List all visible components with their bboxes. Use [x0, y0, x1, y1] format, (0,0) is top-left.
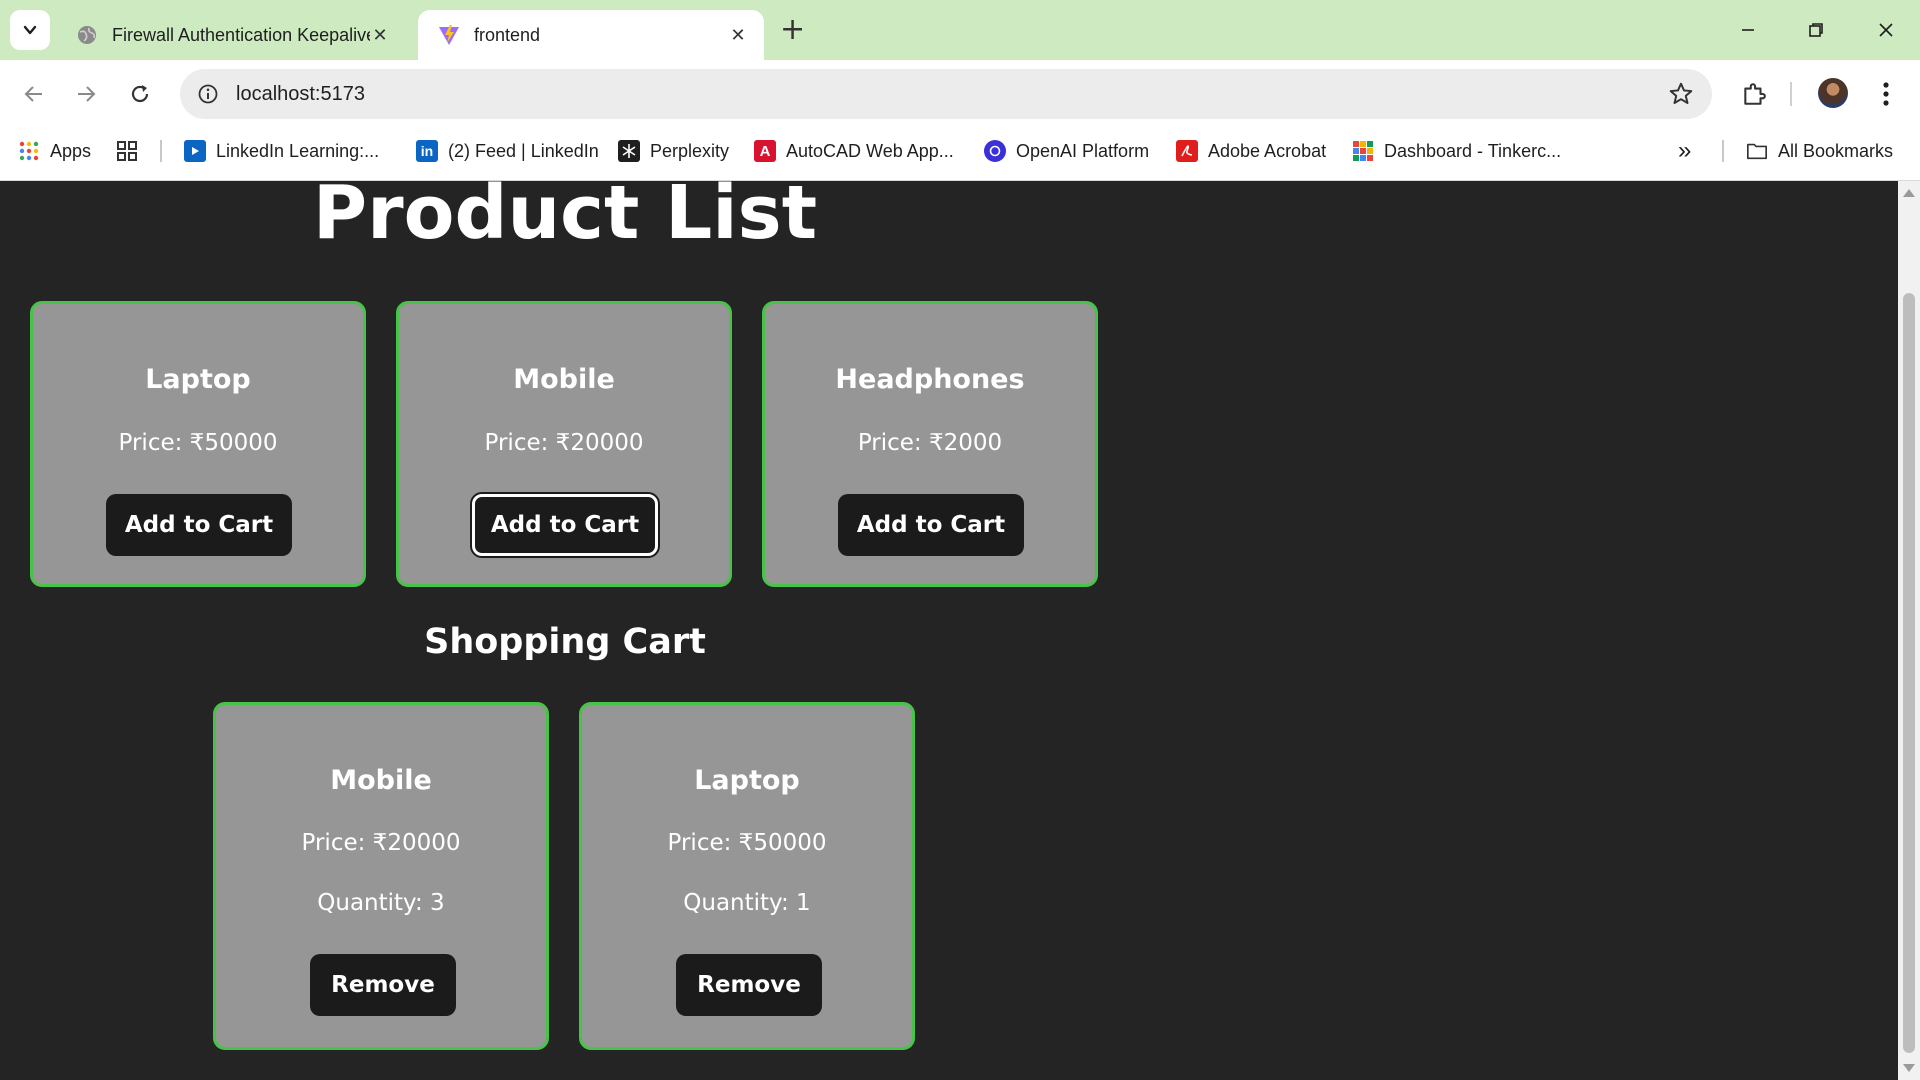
bookmarks-divider: [1722, 140, 1724, 162]
browser-toolbar: localhost:5173: [0, 60, 1920, 126]
toolbar-divider: [1790, 82, 1792, 106]
kebab-menu-icon[interactable]: [1870, 78, 1902, 110]
product-card: Headphones Price: ₹2000 Add to Cart: [762, 301, 1098, 587]
chevron-down-icon: [23, 25, 37, 35]
bookmark-label: Adobe Acrobat: [1208, 140, 1327, 161]
tab-title: Firewall Authentication Keepalive: [112, 24, 370, 45]
cart-item-quantity: Quantity: 1: [683, 890, 811, 916]
remove-button[interactable]: Remove: [676, 954, 822, 1016]
tab-groups-icon: [117, 141, 137, 161]
bookmark-label: AutoCAD Web App...: [786, 140, 954, 161]
autocad-icon: A: [754, 140, 776, 162]
extensions-puzzle-icon[interactable]: [1738, 78, 1770, 110]
address-url[interactable]: localhost:5173: [236, 69, 365, 119]
tab-firewall[interactable]: Firewall Authentication Keepalive ✕: [56, 10, 406, 60]
bookmark-adobe-acrobat[interactable]: Adobe Acrobat: [1176, 126, 1326, 176]
bookmark-all-bookmarks[interactable]: All Bookmarks: [1746, 126, 1893, 176]
bookmark-apps[interactable]: Apps: [18, 126, 91, 176]
scroll-up-arrow-icon[interactable]: [1903, 189, 1915, 197]
remove-button[interactable]: Remove: [310, 954, 456, 1016]
perplexity-icon: [618, 140, 640, 162]
page-title: Product List: [312, 181, 818, 256]
web-page: Product List Laptop Price: ₹50000 Add to…: [0, 181, 1898, 1080]
chevron-double-right-icon: »: [1678, 137, 1692, 164]
apps-grid-icon: [19, 141, 39, 161]
scroll-down-arrow-icon[interactable]: [1903, 1064, 1915, 1072]
add-to-cart-button[interactable]: Add to Cart: [106, 494, 292, 556]
bookmark-label: (2) Feed | LinkedIn: [448, 140, 599, 161]
cart-item-name: Laptop: [694, 765, 800, 796]
bookmark-star-icon[interactable]: [1668, 81, 1694, 111]
bookmarks-overflow-button[interactable]: »: [1678, 126, 1691, 176]
tab-search-button[interactable]: [10, 10, 50, 50]
site-info-icon[interactable]: [194, 80, 222, 108]
tab-frontend[interactable]: frontend ✕: [418, 10, 764, 60]
add-to-cart-button[interactable]: Add to Cart: [838, 494, 1024, 556]
profile-avatar[interactable]: [1818, 78, 1848, 108]
folder-icon: [1747, 143, 1767, 160]
restore-icon[interactable]: [1796, 12, 1836, 48]
add-to-cart-button[interactable]: Add to Cart: [472, 494, 658, 556]
cart-item-card: Mobile Price: ₹20000 Quantity: 3 Remove: [213, 702, 549, 1050]
product-price: Price: ₹50000: [118, 430, 278, 456]
bookmark-label: All Bookmarks: [1778, 140, 1894, 161]
linkedin-learning-icon: [184, 140, 206, 162]
minimize-icon[interactable]: [1728, 12, 1768, 48]
globe-icon: [78, 26, 96, 44]
address-bar[interactable]: localhost:5173: [180, 69, 1712, 119]
bookmark-autocad[interactable]: A AutoCAD Web App...: [754, 126, 954, 176]
openai-icon: [984, 140, 1006, 162]
bookmarks-divider: [160, 140, 162, 162]
product-card: Mobile Price: ₹20000 Add to Cart: [396, 301, 732, 587]
tab-close-icon[interactable]: ✕: [728, 25, 748, 46]
product-name: Mobile: [513, 364, 615, 395]
bookmark-linkedin-feed[interactable]: in (2) Feed | LinkedIn: [416, 126, 599, 176]
tab-title: frontend: [474, 24, 541, 45]
new-tab-plus-icon[interactable]: +: [780, 14, 805, 46]
product-name: Laptop: [145, 364, 251, 395]
vite-logo-icon: [439, 25, 459, 45]
back-arrow-icon[interactable]: [16, 76, 52, 112]
tab-strip: Firewall Authentication Keepalive ✕ fron…: [0, 0, 1920, 60]
cart-item-price: Price: ₹50000: [667, 830, 827, 856]
bookmarks-bar: Apps LinkedIn Learning:... in (2) Feed |…: [0, 126, 1920, 181]
product-price: Price: ₹20000: [484, 430, 644, 456]
product-price: Price: ₹2000: [857, 430, 1003, 456]
bookmark-perplexity[interactable]: Perplexity: [618, 126, 729, 176]
tinkercad-icon: [1353, 141, 1373, 161]
cart-item-card: Laptop Price: ₹50000 Quantity: 1 Remove: [579, 702, 915, 1050]
bookmark-label: LinkedIn Learning:...: [216, 140, 380, 161]
scrollbar-thumb[interactable]: [1903, 293, 1915, 1053]
product-name: Headphones: [835, 364, 1025, 395]
close-window-icon[interactable]: [1866, 12, 1906, 48]
cart-item-price: Price: ₹20000: [301, 830, 461, 856]
bookmark-label: Dashboard - Tinkerc...: [1384, 140, 1562, 161]
tab-close-icon[interactable]: ✕: [370, 25, 390, 46]
bookmark-label: Apps: [50, 140, 92, 161]
reload-icon[interactable]: [122, 76, 158, 112]
linkedin-icon: in: [416, 140, 438, 162]
cart-item-quantity: Quantity: 3: [317, 890, 445, 916]
bookmark-tinkercad[interactable]: Dashboard - Tinkerc...: [1352, 126, 1561, 176]
vertical-scrollbar[interactable]: [1898, 181, 1920, 1080]
shopping-cart-heading: Shopping Cart: [424, 622, 706, 662]
bookmark-linkedin-learning[interactable]: LinkedIn Learning:...: [184, 126, 379, 176]
forward-arrow-icon[interactable]: [68, 76, 104, 112]
bookmark-openai[interactable]: OpenAI Platform: [984, 126, 1149, 176]
bookmark-label: OpenAI Platform: [1016, 140, 1150, 161]
bookmark-label: Perplexity: [650, 140, 730, 161]
tab-groups-button[interactable]: [116, 126, 148, 176]
acrobat-icon: [1176, 140, 1198, 162]
cart-item-name: Mobile: [330, 765, 432, 796]
product-card: Laptop Price: ₹50000 Add to Cart: [30, 301, 366, 587]
